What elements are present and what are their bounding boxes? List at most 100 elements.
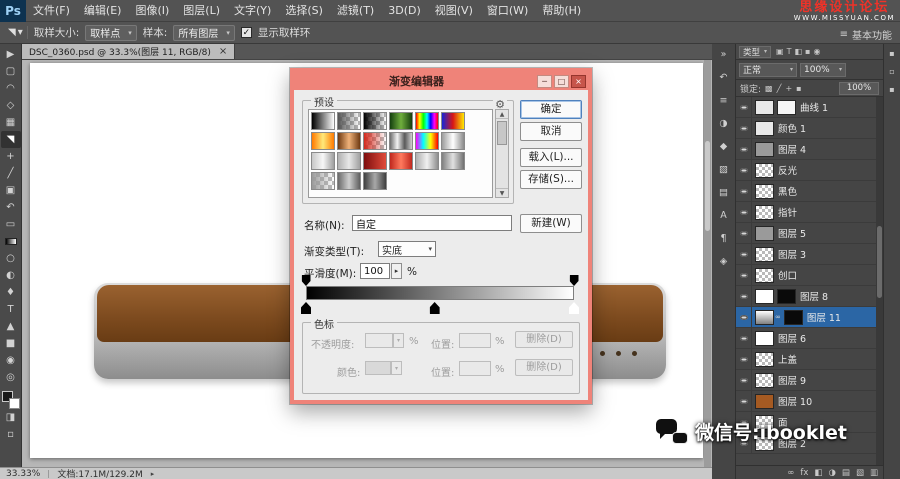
adjustments-panel-icon[interactable]: ◑ (715, 117, 733, 130)
visibility-toggle[interactable] (736, 391, 752, 412)
layer-mask-thumbnail[interactable] (777, 100, 796, 115)
scroll-up-icon[interactable]: ▲ (496, 110, 508, 119)
blur-tool[interactable]: ○ (1, 250, 21, 267)
layer-filter-select[interactable]: 类型 ▾ (739, 46, 771, 58)
visibility-toggle[interactable] (736, 286, 752, 307)
timeline-panel-icon[interactable]: ▪ (889, 85, 894, 94)
lasso-tool[interactable]: ◠ (1, 80, 21, 97)
maximize-button[interactable]: □ (554, 75, 569, 88)
filter-toggle-icon[interactable]: ◉ (813, 47, 820, 56)
gradient-tool[interactable] (1, 233, 21, 250)
preset-smoke[interactable] (363, 172, 387, 190)
visibility-toggle[interactable] (736, 97, 752, 118)
properties-panel-icon[interactable]: ≡ (715, 94, 733, 107)
paths-panel-icon[interactable]: ▫ (889, 67, 894, 76)
zoom-level-field[interactable]: 33.33% (6, 469, 40, 479)
lock-transparency-icon[interactable]: ▩ (765, 84, 773, 93)
preset-gray[interactable] (337, 152, 361, 170)
close-icon[interactable]: × (219, 46, 227, 57)
visibility-toggle[interactable] (736, 223, 752, 244)
preset-red[interactable] (389, 152, 413, 170)
gradient-name-input[interactable] (352, 215, 512, 231)
cancel-button[interactable]: 取消 (520, 122, 582, 141)
link-layers-icon[interactable]: ∞ (787, 468, 794, 478)
status-popup-icon[interactable]: ▸ (151, 470, 155, 478)
color-panel-icon[interactable]: ▧ (715, 163, 733, 176)
clone-stamp-tool[interactable]: ▣ (1, 182, 21, 199)
pen-tool[interactable]: ♦ (1, 284, 21, 301)
layers-scrollbar[interactable] (876, 97, 883, 465)
layer-thumbnail[interactable] (755, 247, 774, 262)
scrollbar-thumb[interactable] (497, 121, 507, 145)
gradient-preview-bar[interactable] (306, 286, 574, 300)
type-tool[interactable]: T (1, 301, 21, 318)
color-stop[interactable] (569, 302, 579, 314)
hand-tool[interactable]: ◉ (1, 352, 21, 369)
layer-style-icon[interactable]: fx (800, 468, 808, 478)
layer-thumbnail[interactable] (755, 226, 774, 241)
preset-dark-red[interactable] (363, 152, 387, 170)
layer-thumbnail[interactable] (755, 373, 774, 388)
preset-fg-to-transparent[interactable] (337, 112, 361, 130)
preset-chrome[interactable] (389, 132, 413, 150)
swatches-panel-icon[interactable]: ▤ (715, 186, 733, 199)
layer-thumbnail[interactable] (755, 121, 774, 136)
sample-select[interactable]: 所有图层 ▾ (173, 25, 235, 41)
preset-fg-to-bg[interactable] (311, 112, 335, 130)
layer-row-图层 5[interactable]: 图层 5 (736, 223, 876, 244)
filter-shape-icon[interactable]: ◧ (794, 47, 802, 56)
healing-brush-tool[interactable]: + (1, 148, 21, 165)
preset-blue-red-yellow[interactable] (441, 112, 465, 130)
opacity-control[interactable]: 100% ▾ (800, 63, 846, 77)
filter-smart-icon[interactable]: ▪ (805, 47, 810, 56)
preset-red-to-transparent[interactable] (363, 132, 387, 150)
document-tab[interactable]: DSC_0360.psd @ 33.3%(图层 11, RGB/8) × (22, 44, 235, 59)
minimize-button[interactable]: ─ (537, 75, 552, 88)
menu-item[interactable]: 文字(Y) (227, 0, 278, 22)
menu-item[interactable]: 图层(L) (176, 0, 227, 22)
preset-pewter[interactable] (337, 172, 361, 190)
character-panel-icon[interactable]: A (715, 209, 733, 222)
new-button[interactable]: 新建(W) (520, 214, 582, 233)
visibility-toggle[interactable] (736, 265, 752, 286)
fill-control[interactable]: 100% (839, 82, 879, 95)
scroll-down-icon[interactable]: ▼ (496, 188, 508, 197)
sample-size-select[interactable]: 取样点 ▾ (85, 25, 137, 41)
workspace-switcher[interactable]: ≡ 基本功能 (840, 27, 892, 42)
layer-mask-thumbnail[interactable] (784, 310, 803, 325)
layer-row-图层 10[interactable]: 图层 10 (736, 391, 876, 412)
layer-thumbnail[interactable] (755, 268, 774, 283)
move-tool[interactable]: ▶ (1, 46, 21, 63)
zoom-tool[interactable]: ◎ (1, 369, 21, 386)
layer-row-反光[interactable]: 反光 (736, 160, 876, 181)
visibility-toggle[interactable] (736, 118, 752, 139)
crop-tool[interactable]: ▦ (1, 114, 21, 131)
preset-rainbow[interactable] (415, 132, 439, 150)
add-layer-mask-icon[interactable]: ◧ (814, 468, 822, 478)
menu-item[interactable]: 帮助(H) (535, 0, 588, 22)
layer-row-黑色[interactable]: 黑色 (736, 181, 876, 202)
layer-thumbnail[interactable] (755, 289, 774, 304)
layer-row-图层 4[interactable]: 图层 4 (736, 139, 876, 160)
layer-row-指针[interactable]: 指针 (736, 202, 876, 223)
brush-tool[interactable]: ╱ (1, 165, 21, 182)
load-button[interactable]: 载入(L)... (520, 148, 582, 167)
presets-scrollbar[interactable]: ▲ ▼ (495, 109, 509, 198)
opacity-stop[interactable] (570, 275, 579, 286)
layer-thumbnail[interactable] (755, 163, 774, 178)
layer-thumbnail[interactable] (755, 205, 774, 220)
preset-orange-yellow[interactable] (311, 132, 335, 150)
layer-row-创口[interactable]: 创口 (736, 265, 876, 286)
quick-mask-button[interactable]: ◨ (1, 409, 21, 426)
visibility-toggle[interactable] (736, 307, 752, 328)
preset-steel[interactable] (311, 152, 335, 170)
close-button[interactable]: × (571, 75, 586, 88)
styles-panel-icon[interactable]: ◆ (715, 140, 733, 153)
scrollbar-thumb[interactable] (877, 226, 882, 298)
layer-thumbnail[interactable] (755, 394, 774, 409)
layer-row-图层 9[interactable]: 图层 9 (736, 370, 876, 391)
layer-thumbnail[interactable] (755, 352, 774, 367)
preset-green-dark[interactable] (389, 112, 413, 130)
preset-copper[interactable] (337, 132, 361, 150)
preset-black-to-transparent[interactable] (363, 112, 387, 130)
